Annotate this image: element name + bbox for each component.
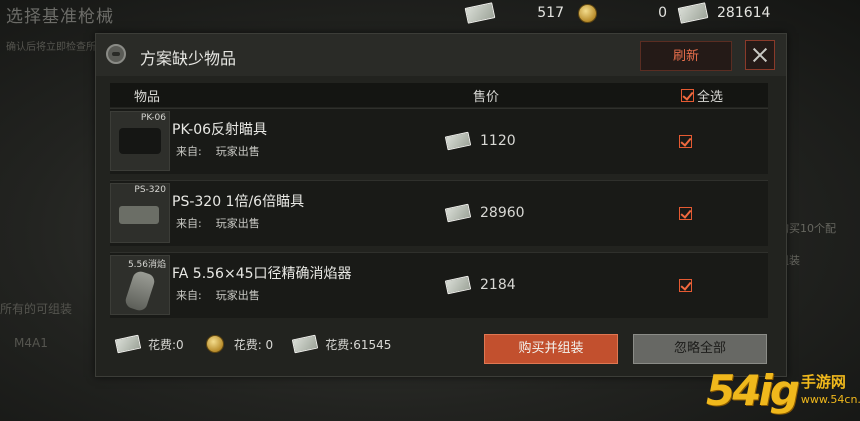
- cash-icon: [114, 334, 142, 354]
- price-value: 28960: [480, 205, 525, 221]
- dialog-header: 方案缺少物品 刷新: [96, 34, 786, 76]
- item-name: FA 5.56×45口径精确消焰器: [172, 266, 352, 282]
- select-all-toggle[interactable]: 全选: [681, 86, 723, 105]
- buy-and-assemble-button[interactable]: 购买并组装: [484, 334, 618, 364]
- item-tag: PS-320: [134, 185, 166, 195]
- cash-icon: [444, 131, 472, 151]
- cash-icon: [677, 2, 709, 24]
- background-side-weapon: M4A1: [14, 336, 48, 350]
- watermark-url: www.54cn.com: [800, 392, 860, 406]
- item-name: PK-06反射瞄具: [172, 122, 268, 138]
- item-tag: PK-06: [140, 113, 166, 123]
- coin-icon: [578, 3, 597, 23]
- source-value: 玩家出售: [215, 289, 260, 302]
- item-price: 2184: [444, 275, 516, 295]
- item-name: PS-320 1倍/6倍瞄具: [172, 194, 305, 210]
- currency-cash-value: 517: [537, 5, 564, 21]
- item-source: 来自: 玩家出售: [176, 215, 274, 231]
- item-checkbox[interactable]: [679, 135, 692, 148]
- list-item[interactable]: PS-320 PS-320 1倍/6倍瞄具 来自: 玩家出售 28960: [110, 180, 768, 246]
- select-all-label: 全选: [697, 90, 724, 105]
- close-icon[interactable]: [745, 40, 775, 70]
- coin-icon: [205, 335, 224, 353]
- price-value: 2184: [480, 277, 516, 293]
- currency-coin-value: 0: [658, 5, 667, 21]
- column-header: 物品 售价 全选: [110, 83, 768, 107]
- suppressor-icon: [123, 269, 157, 313]
- background-title: 选择基准枪械: [6, 7, 114, 27]
- list-item[interactable]: PK-06 PK-06反射瞄具 来自: 玩家出售 1120: [110, 108, 768, 174]
- column-item: 物品: [134, 90, 161, 105]
- currency-bar: 517 0 281614: [464, 0, 791, 26]
- item-checkbox[interactable]: [679, 279, 692, 292]
- cost-summary: 花费:0 花费: 0 花费:61545: [114, 334, 392, 354]
- item-price: 28960: [444, 203, 525, 223]
- source-label: 来自:: [176, 145, 202, 158]
- item-source: 来自: 玩家出售: [176, 143, 274, 159]
- scope-icon: [119, 128, 161, 154]
- checkbox-icon[interactable]: [681, 89, 694, 102]
- watermark-text: 手游网 www.54cn.com: [801, 373, 860, 409]
- item-thumbnail: PS-320: [110, 183, 170, 243]
- cash-icon: [444, 275, 472, 295]
- refresh-button[interactable]: 刷新: [640, 41, 732, 71]
- helmet-icon: [106, 44, 126, 64]
- source-value: 玩家出售: [215, 145, 260, 158]
- ignore-all-button[interactable]: 忽略全部: [633, 334, 767, 364]
- missing-items-dialog: 方案缺少物品 刷新 物品 售价 全选 PK-06 PK-06反射瞄具 来自: 玩家…: [95, 33, 787, 377]
- cash-icon: [444, 203, 472, 223]
- item-thumbnail: PK-06: [110, 111, 170, 171]
- watermark-name: 手游网: [800, 372, 846, 391]
- scope-icon: [119, 206, 159, 224]
- dialog-title: 方案缺少物品: [140, 49, 237, 68]
- currency-cash-total-value: 281614: [717, 5, 771, 21]
- list-item[interactable]: 5.56消焰 FA 5.56×45口径精确消焰器 来自: 玩家出售 2184: [110, 252, 768, 318]
- background-side-text: 所有的可组装: [0, 302, 73, 316]
- cash-icon: [291, 334, 319, 354]
- item-thumbnail: 5.56消焰: [110, 255, 170, 315]
- price-value: 1120: [480, 133, 516, 149]
- item-checkbox[interactable]: [679, 207, 692, 220]
- item-tag: 5.56消焰: [127, 260, 166, 270]
- item-source: 来自: 玩家出售: [176, 287, 274, 303]
- cost-coin: 花费: 0: [233, 337, 274, 352]
- source-label: 来自:: [176, 217, 202, 230]
- watermark-logo: 54ig: [706, 366, 800, 415]
- source-value: 玩家出售: [215, 217, 260, 230]
- source-label: 来自:: [176, 289, 202, 302]
- item-price: 1120: [444, 131, 516, 151]
- cash-icon: [464, 2, 496, 24]
- cost-cash-total: 花费:61545: [325, 337, 392, 352]
- cost-cash: 花费:0: [148, 337, 184, 352]
- watermark: 54ig 手游网 www.54cn.com: [706, 366, 860, 415]
- column-price: 售价: [473, 90, 500, 105]
